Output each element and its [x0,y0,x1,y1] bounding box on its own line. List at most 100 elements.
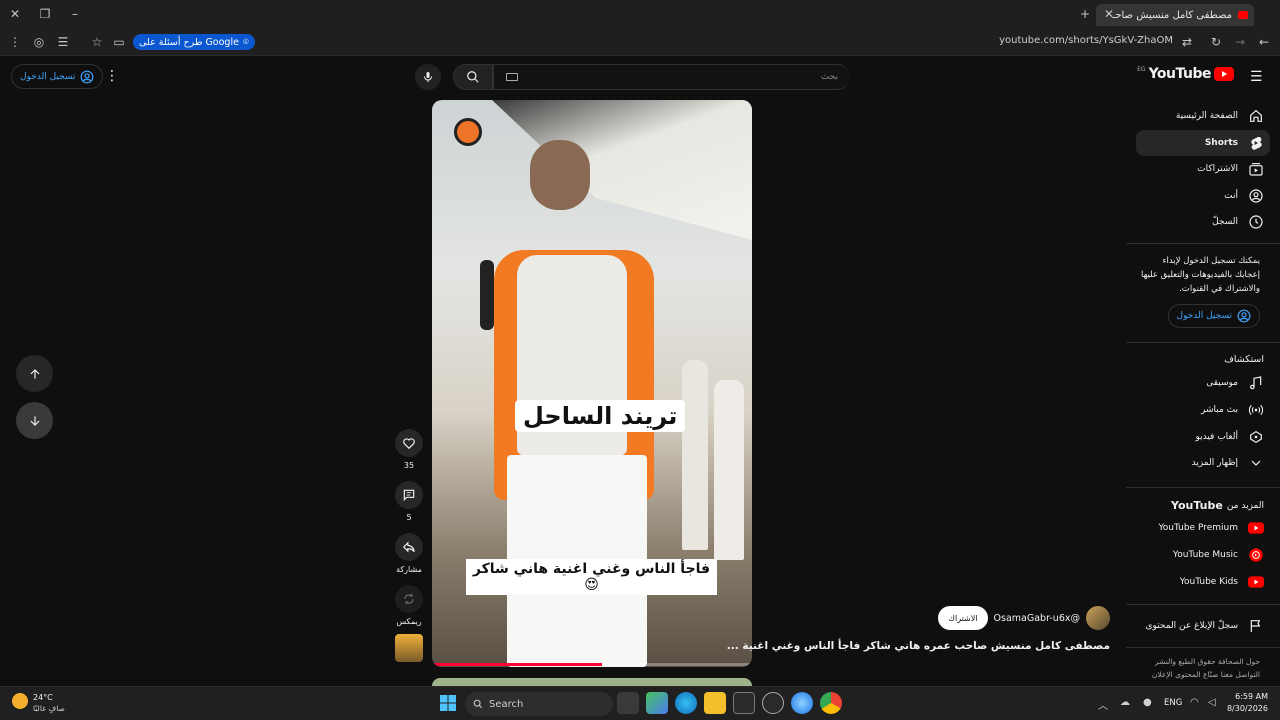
sidebar-item-shorts[interactable]: Shorts [1136,130,1270,156]
clock-time[interactable]: 6:59 AM [1232,692,1268,701]
channel-avatar[interactable] [1086,606,1110,630]
sidebar-item-gaming[interactable]: ألعاب فيديو [1136,424,1270,450]
close-tab-icon[interactable]: ✕ [1098,3,1120,25]
browser-app-icon[interactable] [791,692,813,714]
video-caption-subtitle: فاجأ الناس وغني اغنية هاني شاكر😍 [466,559,717,595]
share-label: مشاركة [396,565,422,574]
account-circle-icon [81,70,94,83]
progress-track[interactable] [432,663,752,666]
sidebar-signin-button[interactable]: تسجيل الدخول [1167,304,1260,328]
sidebar-item-label: YouTube Kids [1179,577,1238,587]
sidebar-item-yt-kids[interactable]: YouTube Kids [1136,569,1270,595]
weather-temperature[interactable]: 24°C [33,693,53,702]
minimize-window-icon[interactable]: – [64,3,86,25]
like-action[interactable]: 35 [394,429,424,470]
flag-icon [1250,620,1261,632]
site-settings-icon[interactable]: ⇄ [1176,31,1198,53]
sidebar-item-you[interactable]: أنت [1136,183,1270,209]
sidebar-item-history[interactable]: السجلّ [1136,209,1270,235]
keyboard-icon[interactable] [506,73,518,81]
comment-count: 5 [406,513,412,522]
reload-icon[interactable]: ↻ [1205,31,1227,53]
premium-icon [1248,522,1264,534]
file-explorer-icon[interactable] [704,692,726,714]
sidebar-item-subscriptions[interactable]: الاشتراكات [1136,156,1270,182]
sidebar-item-yt-music[interactable]: YouTube Music [1136,542,1270,568]
singer-head [530,140,590,210]
share-button[interactable] [395,533,423,561]
next-short-button[interactable] [16,402,53,439]
network-icon[interactable]: ☁ [1120,697,1130,708]
background-musician [682,360,708,550]
youtube-logo[interactable]: EG YouTube [1137,66,1234,82]
app-icon[interactable] [762,692,784,714]
sidebar-item-premium[interactable]: YouTube Premium [1136,515,1270,541]
comment-button[interactable] [395,481,423,509]
task-view-icon[interactable] [617,692,639,714]
back-icon[interactable]: ← [1253,31,1275,53]
sidebar-show-more[interactable]: إظهار المزيد [1136,450,1270,476]
sidebar-item-home[interactable]: الصفحة الرئيسية [1136,103,1270,129]
bookmark-star-icon[interactable]: ☆ [86,31,108,53]
home-icon [1250,109,1262,122]
ask-google-pill[interactable]: طرح أسئلة على Google ⌾ [133,34,255,50]
like-button[interactable] [395,429,423,457]
store-icon[interactable] [733,692,755,714]
profile-icon[interactable]: ◎ [28,31,50,53]
google-pill-label: طرح أسئلة على Google [139,36,239,48]
footer-links-2[interactable]: التواصل معنا صنّاع المحتوى الإعلان [1136,669,1260,681]
more-from-heading: المزيد من YouTube [1171,499,1264,512]
copilot-icon[interactable] [646,692,668,714]
yt-music-icon [1249,548,1263,562]
channel-name[interactable]: @OsamaGabr-u6x [994,613,1080,624]
reading-list-icon[interactable]: ☰ [52,31,74,53]
music-icon [1250,376,1262,390]
address-bar[interactable]: youtube.com/shorts/YsGkV-ZhaOM [999,35,1173,46]
share-action[interactable]: مشاركة [394,533,424,574]
signin-button[interactable]: تسجيل الدخول [11,64,104,89]
remix-button[interactable] [395,585,423,613]
sidebar-item-music[interactable]: موسيقى [1136,370,1270,396]
footer-links-1[interactable]: حول الصحافة حقوق الطبع والنشر [1136,656,1260,668]
voice-search-button[interactable] [415,64,441,90]
taskbar-search[interactable]: Search [465,692,613,716]
tray-overflow-icon[interactable]: ︿ [1098,697,1108,712]
short-video-player[interactable]: تريند الساحل فاجأ الناس وغني اغنية هاني … [432,100,752,667]
progress-fill [432,663,602,666]
wifi-icon[interactable]: ◠ [1190,697,1199,708]
sidebar-divider [1126,604,1280,605]
arrow-down-icon [30,415,39,426]
share-icon [402,541,415,553]
weather-condition: صافٍ غالبًا [33,704,65,713]
comment-action[interactable]: 5 [394,481,424,522]
edge-icon[interactable] [675,692,697,714]
volume-icon[interactable]: ◁ [1208,697,1216,708]
forward-icon[interactable]: → [1229,31,1251,53]
new-tab-icon[interactable]: + [1074,3,1096,25]
language-indicator[interactable]: ENG [1164,698,1182,708]
next-short-preview[interactable] [432,678,752,686]
subscribe-button[interactable]: الاشتراك [938,606,988,630]
settings-more-icon[interactable]: ⋮ [104,68,120,84]
sound-thumbnail[interactable] [395,634,423,662]
weather-sun-icon[interactable] [12,693,28,709]
close-window-icon[interactable]: ✕ [4,3,26,25]
short-title[interactable]: مصطفى كامل منسيش صاحب عمره هاني شاكر فاج… [727,640,1110,652]
logo-text: YouTube [1148,66,1212,82]
restore-window-icon[interactable]: ❐ [34,3,56,25]
cast-icon[interactable]: ▭ [108,31,130,53]
sidebar-item-report-history[interactable]: سجلّ الإبلاغ عن المحتوى [1136,613,1270,639]
search-button[interactable] [453,64,493,90]
chrome-icon[interactable] [820,692,842,714]
remix-label: ريمكس [396,617,422,626]
search-input[interactable]: بحث [493,64,850,90]
sidebar-item-live[interactable]: بث مباشر [1136,397,1270,423]
sidebar-item-label: الاشتراكات [1197,164,1238,174]
hamburger-menu-icon[interactable]: ☰ [1250,69,1266,85]
browser-menu-icon[interactable]: ⋮ [4,31,26,53]
clock-date[interactable]: 8/30/2026 [1226,704,1268,713]
start-button[interactable] [437,692,459,714]
microphone-tray-icon[interactable]: ● [1143,697,1152,708]
previous-short-button[interactable] [16,355,53,392]
remix-action[interactable]: ريمكس [394,585,424,626]
